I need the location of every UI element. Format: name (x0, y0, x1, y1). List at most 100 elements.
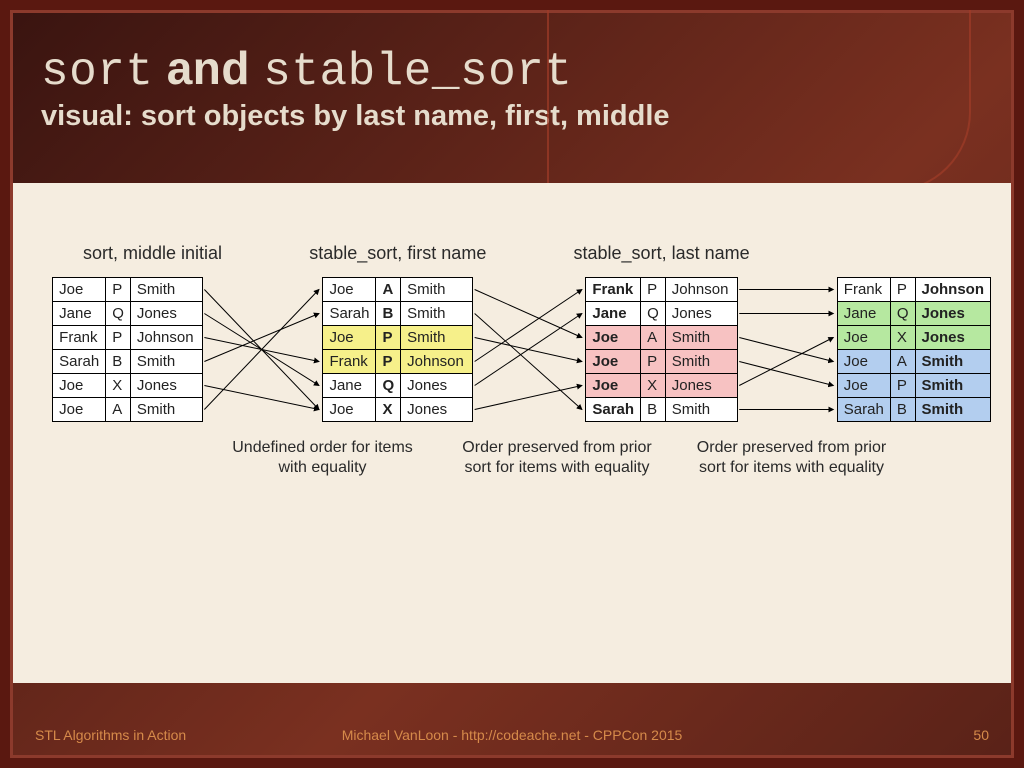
slide-subtitle: visual: sort objects by last name, first… (41, 100, 983, 133)
cell: X (641, 374, 666, 398)
cell: P (376, 350, 401, 374)
column-4: FrankPJohnsonJaneQJonesJoeXJonesJoeASmit… (837, 243, 991, 422)
cell: Jones (915, 302, 991, 326)
slide-frame: sort and stable_sort visual: sort object… (10, 10, 1014, 758)
cell: Joe (586, 350, 641, 374)
table-row: SarahBSmith (323, 302, 473, 326)
cell: Smith (665, 398, 737, 422)
cell: Joe (53, 398, 106, 422)
table-row: JoeASmith (586, 326, 737, 350)
cell: Jane (53, 302, 106, 326)
cell: Johnson (915, 278, 991, 302)
table-row: JoePSmith (586, 350, 737, 374)
cell: Joe (323, 398, 376, 422)
column-2: stable_sort, first name JoeASmithSarahBS… (309, 243, 486, 422)
table-1: JoePSmithJaneQJonesFrankPJohnsonSarahBSm… (52, 277, 203, 422)
cell: Jones (915, 326, 991, 350)
cell: Joe (586, 374, 641, 398)
cell: Joe (586, 326, 641, 350)
cell: Jones (401, 398, 473, 422)
cell: Q (890, 302, 915, 326)
table-row: FrankPJohnson (837, 278, 990, 302)
cell: Sarah (323, 302, 376, 326)
table-row: JaneQJones (53, 302, 203, 326)
table-row: JoeXJones (323, 398, 473, 422)
cell: Johnson (130, 326, 202, 350)
footer-page-number: 50 (973, 727, 989, 743)
cell: P (890, 278, 915, 302)
table-row: FrankPJohnson (586, 278, 737, 302)
cell: Joe (323, 326, 376, 350)
cell: Frank (53, 326, 106, 350)
table-row: JoeASmith (323, 278, 473, 302)
cell: Jones (665, 302, 737, 326)
cell: Jones (665, 374, 737, 398)
table-row: JoeASmith (837, 350, 990, 374)
table-2: JoeASmithSarahBSmithJoePSmithFrankPJohns… (322, 277, 473, 422)
cell: Q (376, 374, 401, 398)
table-row: FrankPJohnson (323, 350, 473, 374)
column-3: stable_sort, last name FrankPJohnsonJane… (574, 243, 750, 422)
cell: Joe (837, 374, 890, 398)
table-row: SarahBSmith (53, 350, 203, 374)
cell: P (641, 278, 666, 302)
table-row: SarahBSmith (837, 398, 990, 422)
tables-row: sort, middle initial JoePSmithJaneQJones… (33, 243, 991, 422)
table-row: JoeASmith (53, 398, 203, 422)
caption-1: Undefined order for items with equality (228, 438, 418, 478)
table-row: JoePSmith (53, 278, 203, 302)
cell: Joe (837, 350, 890, 374)
cell: Frank (323, 350, 376, 374)
cell: Smith (665, 350, 737, 374)
column-1: sort, middle initial JoePSmithJaneQJones… (33, 243, 222, 422)
col-4-spacer (911, 243, 916, 265)
table-row: JoeXJones (837, 326, 990, 350)
cell: Smith (665, 326, 737, 350)
cell: Joe (323, 278, 376, 302)
cell: A (641, 326, 666, 350)
cell: Smith (915, 350, 991, 374)
cell: Smith (401, 326, 473, 350)
col-2-label: stable_sort, first name (309, 243, 486, 265)
footer-left: STL Algorithms in Action (35, 727, 186, 743)
table-row: FrankPJohnson (53, 326, 203, 350)
table-row: JaneQJones (323, 374, 473, 398)
cell: A (106, 398, 131, 422)
cell: A (376, 278, 401, 302)
cell: Johnson (665, 278, 737, 302)
table-row: JaneQJones (837, 302, 990, 326)
cell: B (376, 302, 401, 326)
cell: Jane (586, 302, 641, 326)
cell: P (641, 350, 666, 374)
table-row: JoePSmith (323, 326, 473, 350)
cell: Jane (323, 374, 376, 398)
cell: P (106, 326, 131, 350)
cell: Frank (586, 278, 641, 302)
cell: Smith (401, 278, 473, 302)
slide-footer: STL Algorithms in Action Michael VanLoon… (13, 715, 1011, 755)
table-3: FrankPJohnsonJaneQJonesJoeASmithJoePSmit… (585, 277, 737, 422)
cell: Q (641, 302, 666, 326)
cell: Sarah (837, 398, 890, 422)
cell: Sarah (53, 350, 106, 374)
cell: B (890, 398, 915, 422)
table-4: FrankPJohnsonJaneQJonesJoeXJonesJoeASmit… (837, 277, 991, 422)
cell: P (106, 278, 131, 302)
table-row: JoePSmith (837, 374, 990, 398)
cell: Smith (130, 350, 202, 374)
cell: X (890, 326, 915, 350)
cell: Jones (130, 302, 202, 326)
table-row: JoeXJones (53, 374, 203, 398)
slide-title: sort and stable_sort (41, 41, 983, 98)
slide-header: sort and stable_sort visual: sort object… (13, 13, 1011, 139)
cell: P (376, 326, 401, 350)
cell: A (890, 350, 915, 374)
cell: Jones (130, 374, 202, 398)
cell: X (106, 374, 131, 398)
cell: B (106, 350, 131, 374)
cell: Joe (53, 374, 106, 398)
title-code-stable-sort: stable_sort (263, 46, 572, 98)
captions-row: Undefined order for items with equality … (33, 422, 991, 478)
cell: Jane (837, 302, 890, 326)
cell: Smith (915, 398, 991, 422)
